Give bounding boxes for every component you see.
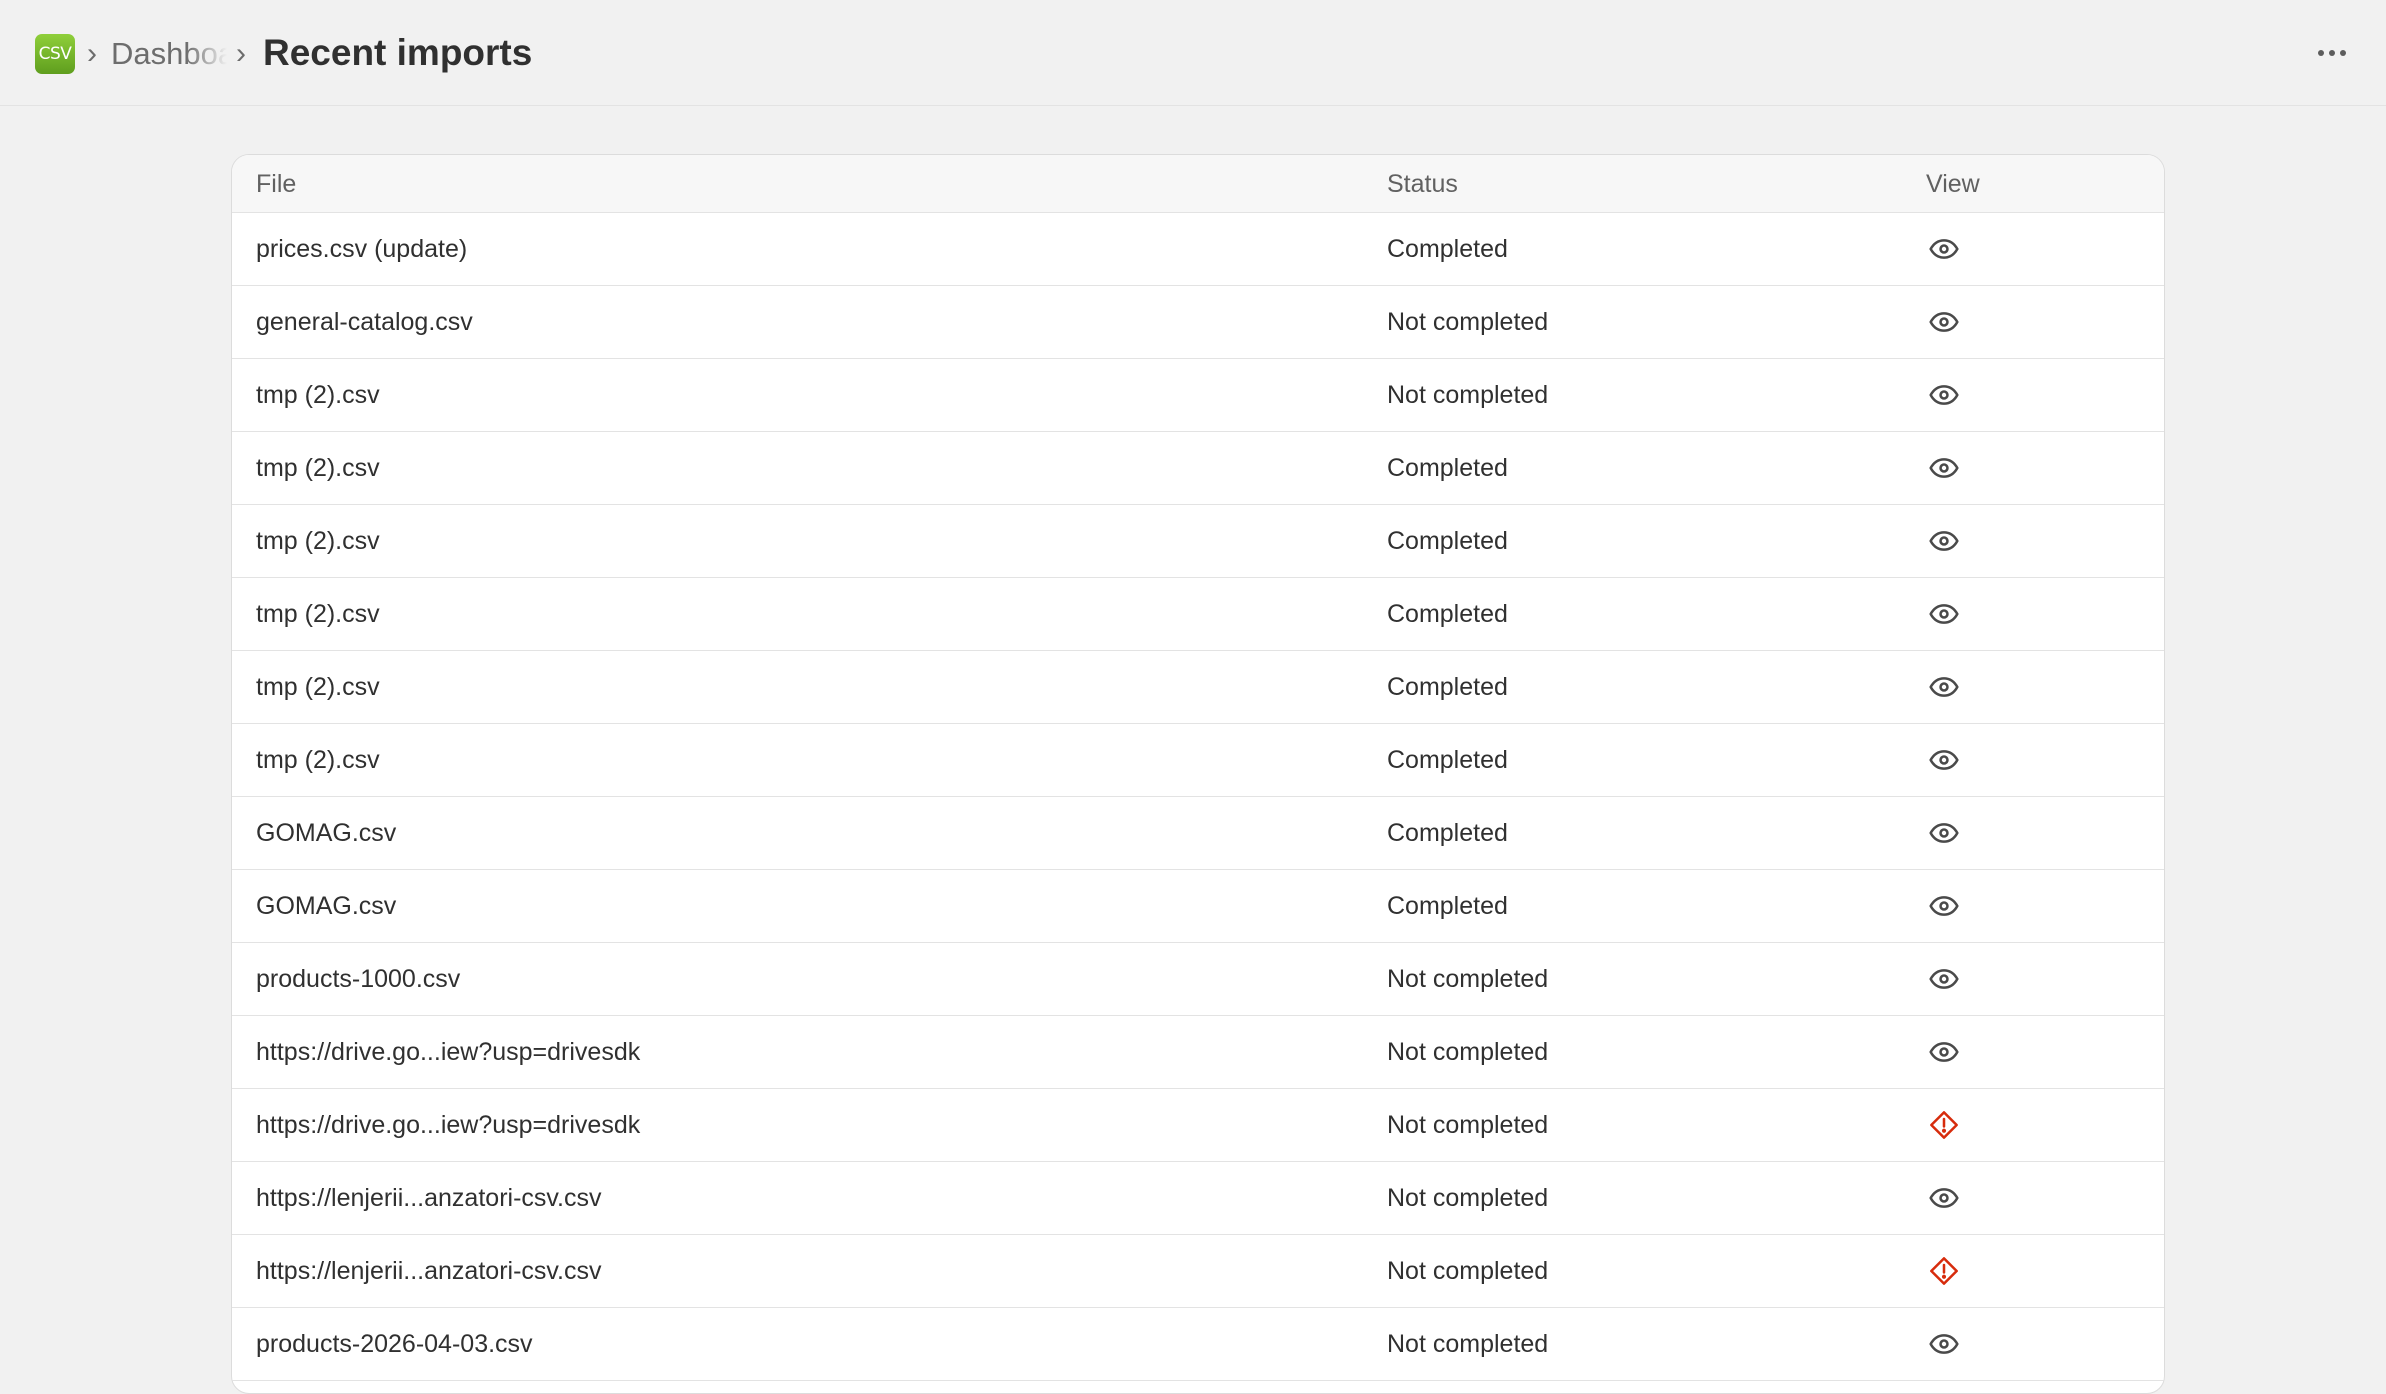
file-name-cell: prices.csv (update) bbox=[256, 235, 468, 263]
file-name-cell: https://lenjerii...anzatori-csv.csv bbox=[256, 1184, 602, 1212]
table-row[interactable]: tmp (2).csv Completed bbox=[232, 578, 2164, 651]
file-name-cell: products-2026-04-03.csv bbox=[256, 1330, 533, 1358]
view-error-button[interactable] bbox=[1926, 1107, 1962, 1143]
table-body: prices.csv (update) Completed general-cata… bbox=[232, 213, 2164, 1381]
eye-icon bbox=[1928, 671, 1960, 703]
status-cell: Completed bbox=[1387, 235, 1508, 263]
eye-icon bbox=[1928, 817, 1960, 849]
status-cell: Not completed bbox=[1387, 1330, 1549, 1358]
file-name-cell: tmp (2).csv bbox=[256, 527, 380, 555]
view-error-button[interactable] bbox=[1926, 1253, 1962, 1289]
view-import-button[interactable] bbox=[1926, 596, 1962, 632]
view-import-button[interactable] bbox=[1926, 1326, 1962, 1362]
file-name-cell: GOMAG.csv bbox=[256, 819, 397, 847]
file-name-cell: tmp (2).csv bbox=[256, 454, 380, 482]
view-import-button[interactable] bbox=[1926, 961, 1962, 997]
top-bar: CSV › Dashboard › Recent imports bbox=[0, 0, 2386, 106]
view-import-button[interactable] bbox=[1926, 888, 1962, 924]
eye-icon bbox=[1928, 1036, 1960, 1068]
status-cell: Completed bbox=[1387, 819, 1508, 847]
status-cell: Completed bbox=[1387, 673, 1508, 701]
view-import-button[interactable] bbox=[1926, 1034, 1962, 1070]
chevron-right-icon: › bbox=[236, 37, 246, 70]
eye-icon bbox=[1928, 890, 1960, 922]
table-row[interactable]: GOMAG.csv Completed bbox=[232, 870, 2164, 943]
column-header-file: File bbox=[256, 170, 297, 198]
imports-table-card: File Status View prices.csv (update) Comp… bbox=[231, 154, 2165, 1394]
file-name-cell: https://lenjerii...anzatori-csv.csv bbox=[256, 1257, 602, 1285]
column-header-status: Status bbox=[1387, 170, 1458, 198]
eye-icon bbox=[1928, 744, 1960, 776]
status-cell: Not completed bbox=[1387, 308, 1549, 336]
file-name-cell: https://drive.go...iew?usp=drivesdk bbox=[256, 1111, 641, 1139]
table-row[interactable]: tmp (2).csv Completed bbox=[232, 724, 2164, 797]
eye-icon bbox=[1928, 306, 1960, 338]
app-logo-icon[interactable]: CSV bbox=[35, 34, 75, 74]
eye-icon bbox=[1928, 525, 1960, 557]
view-import-button[interactable] bbox=[1926, 815, 1962, 851]
table-row[interactable]: tmp (2).csv Completed bbox=[232, 505, 2164, 578]
status-cell: Not completed bbox=[1387, 381, 1549, 409]
file-name-cell: general-catalog.csv bbox=[256, 308, 473, 336]
file-name-cell: tmp (2).csv bbox=[256, 381, 380, 409]
status-cell: Completed bbox=[1387, 746, 1508, 774]
eye-icon bbox=[1928, 233, 1960, 265]
table-row[interactable]: general-catalog.csv Not completed bbox=[232, 286, 2164, 359]
table-row[interactable]: products-1000.csv Not completed bbox=[232, 943, 2164, 1016]
view-import-button[interactable] bbox=[1926, 742, 1962, 778]
breadcrumb-dashboard-link[interactable]: Dashboard bbox=[111, 32, 227, 76]
file-name-cell: GOMAG.csv bbox=[256, 892, 397, 920]
table-row[interactable]: https://drive.go...iew?usp=drivesdk Not c… bbox=[232, 1016, 2164, 1089]
alert-diamond-icon bbox=[1928, 1109, 1960, 1141]
file-name-cell: products-1000.csv bbox=[256, 965, 461, 993]
more-actions-button[interactable] bbox=[2310, 36, 2354, 70]
chevron-right-icon: › bbox=[87, 37, 97, 70]
view-import-button[interactable] bbox=[1926, 231, 1962, 267]
more-horizontal-icon bbox=[2318, 50, 2324, 56]
table-row[interactable]: https://lenjerii...anzatori-csv.csv Not c… bbox=[232, 1162, 2164, 1235]
page-title: Recent imports bbox=[263, 32, 533, 73]
status-cell: Completed bbox=[1387, 600, 1508, 628]
table-row[interactable]: tmp (2).csv Not completed bbox=[232, 359, 2164, 432]
file-name-cell: tmp (2).csv bbox=[256, 746, 380, 774]
table-row[interactable]: https://drive.go...iew?usp=drivesdk Not c… bbox=[232, 1089, 2164, 1162]
status-cell: Completed bbox=[1387, 454, 1508, 482]
view-import-button[interactable] bbox=[1926, 523, 1962, 559]
view-import-button[interactable] bbox=[1926, 669, 1962, 705]
status-cell: Not completed bbox=[1387, 1257, 1549, 1285]
status-cell: Completed bbox=[1387, 892, 1508, 920]
table-header: File Status View bbox=[232, 155, 2164, 213]
file-name-cell: tmp (2).csv bbox=[256, 600, 380, 628]
status-cell: Completed bbox=[1387, 527, 1508, 555]
status-cell: Not completed bbox=[1387, 1038, 1549, 1066]
table-row[interactable]: prices.csv (update) Completed bbox=[232, 213, 2164, 286]
column-header-view: View bbox=[1926, 170, 1980, 198]
table-row[interactable]: GOMAG.csv Completed bbox=[232, 797, 2164, 870]
view-import-button[interactable] bbox=[1926, 450, 1962, 486]
alert-diamond-icon bbox=[1928, 1255, 1960, 1287]
file-name-cell: https://drive.go...iew?usp=drivesdk bbox=[256, 1038, 641, 1066]
table-row[interactable]: https://lenjerii...anzatori-csv.csv Not c… bbox=[232, 1235, 2164, 1308]
status-cell: Not completed bbox=[1387, 965, 1549, 993]
eye-icon bbox=[1928, 379, 1960, 411]
view-import-button[interactable] bbox=[1926, 1180, 1962, 1216]
eye-icon bbox=[1928, 452, 1960, 484]
table-row[interactable]: tmp (2).csv Completed bbox=[232, 651, 2164, 724]
eye-icon bbox=[1928, 963, 1960, 995]
status-cell: Not completed bbox=[1387, 1184, 1549, 1212]
status-cell: Not completed bbox=[1387, 1111, 1549, 1139]
table-row[interactable]: products-2026-04-03.csv Not completed bbox=[232, 1308, 2164, 1381]
eye-icon bbox=[1928, 1328, 1960, 1360]
view-import-button[interactable] bbox=[1926, 304, 1962, 340]
view-import-button[interactable] bbox=[1926, 377, 1962, 413]
file-name-cell: tmp (2).csv bbox=[256, 673, 380, 701]
eye-icon bbox=[1928, 598, 1960, 630]
table-row[interactable]: tmp (2).csv Completed bbox=[232, 432, 2164, 505]
eye-icon bbox=[1928, 1182, 1960, 1214]
